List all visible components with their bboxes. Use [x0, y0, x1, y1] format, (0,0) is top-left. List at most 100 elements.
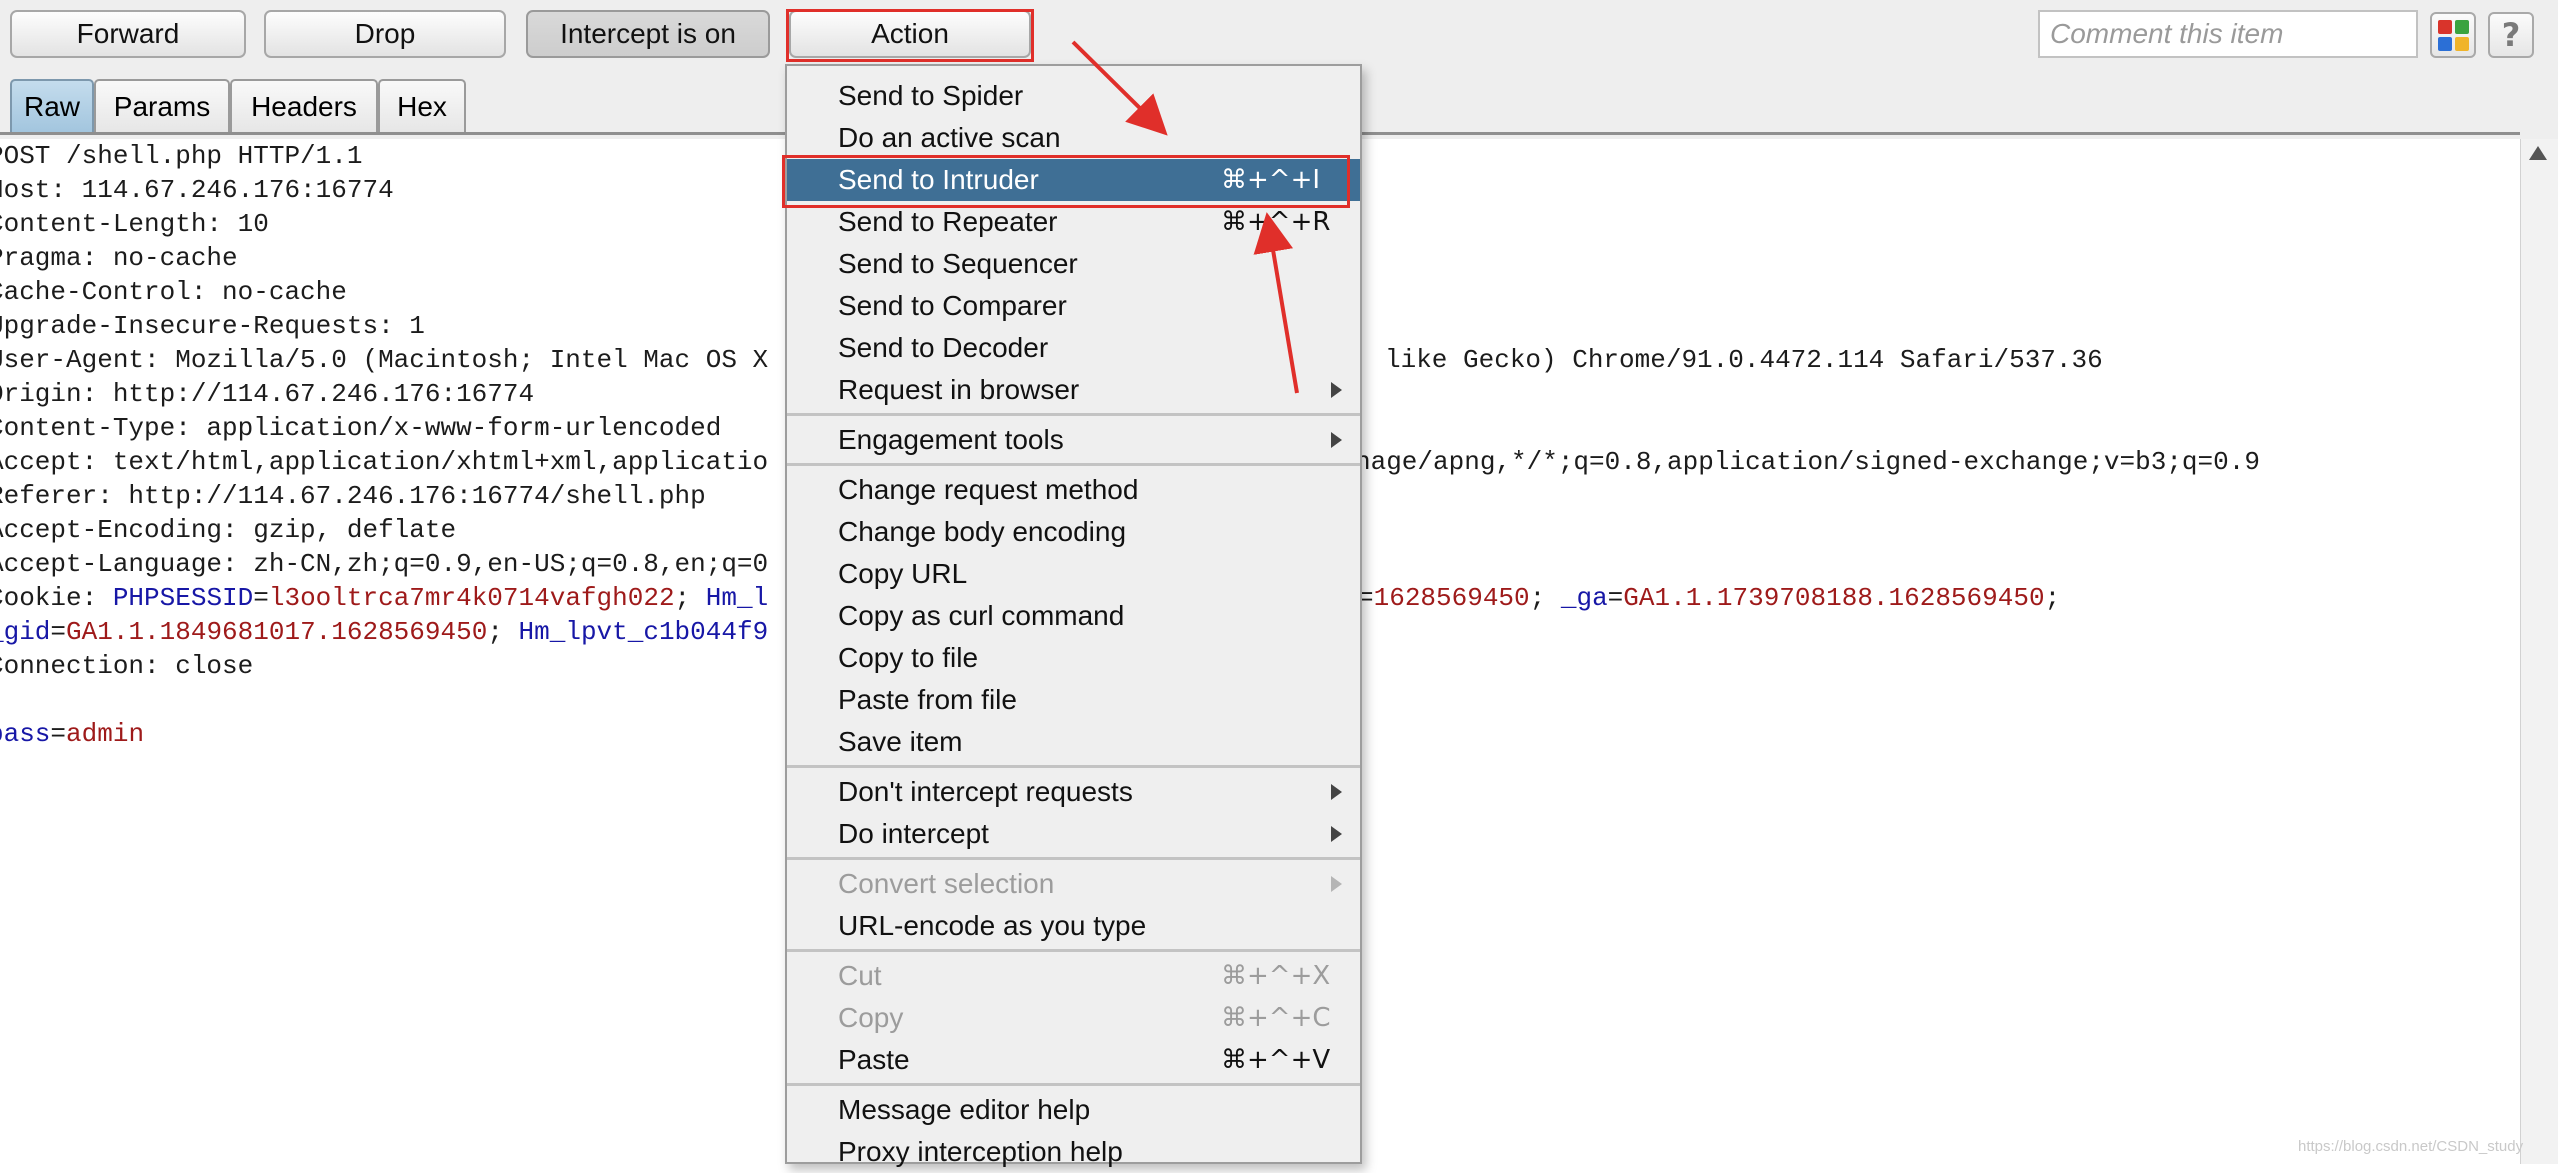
color-tile-yellow [2454, 36, 2469, 51]
menu-item-label: Engagement tools [838, 424, 1064, 455]
cookie-eq: = [253, 583, 269, 613]
menu-item-label: Save item [838, 726, 963, 757]
menu-item-label: URL-encode as you type [838, 910, 1147, 941]
header-origin: Origin: http://114.67.246.176:16774 [0, 379, 535, 409]
menu-item-dont-intercept[interactable]: Don't intercept requests [787, 771, 1360, 813]
menu-item-change-request-method[interactable]: Change request method [787, 469, 1360, 511]
cookie-sep: ; [487, 617, 519, 647]
header-cookie-tail: =1628569450; _ga=GA1.1.1739708188.162856… [1358, 581, 2060, 615]
cookie-key: _gid [0, 617, 51, 647]
color-tile-blue [2437, 36, 2452, 51]
body-key: pass [0, 719, 51, 749]
drop-button[interactable]: Drop [264, 10, 506, 58]
menu-item-label: Paste from file [838, 684, 1017, 715]
menu-item-convert-selection: Convert selection [787, 863, 1360, 905]
tab-headers[interactable]: Headers [230, 79, 378, 133]
menu-item-copy-url[interactable]: Copy URL [787, 553, 1360, 595]
action-context-menu: Send to Spider Do an active scan Send to… [785, 64, 1362, 1167]
menu-item-send-to-decoder[interactable]: Send to Decoder [787, 327, 1360, 369]
color-grid-icon [2437, 19, 2469, 51]
cookie-eq: = [50, 617, 67, 647]
menu-item-url-encode[interactable]: URL-encode as you type [787, 905, 1360, 947]
cookie-label: Cookie: [0, 583, 113, 613]
menu-item-message-editor-help[interactable]: Message editor help [787, 1089, 1360, 1131]
menu-item-label: Send to Comparer [838, 290, 1067, 321]
menu-item-paste-from-file[interactable]: Paste from file [787, 679, 1360, 721]
menu-item-send-to-repeater[interactable]: Send to Repeater ⌘+^+R [787, 201, 1360, 243]
menu-item-copy-as-curl[interactable]: Copy as curl command [787, 595, 1360, 637]
menu-item-active-scan[interactable]: Do an active scan [787, 117, 1360, 159]
menu-item-send-to-intruder[interactable]: Send to Intruder ⌘+^+I [787, 159, 1360, 201]
menu-item-label: Request in browser [838, 374, 1080, 405]
tab-params[interactable]: Params [94, 79, 230, 133]
tab-raw[interactable]: Raw [10, 79, 94, 133]
header-accept: Accept: text/html,application/xhtml+xml,… [0, 447, 769, 477]
menu-item-label: Send to Spider [838, 80, 1024, 111]
comment-input[interactable] [2038, 10, 2418, 58]
menu-item-request-in-browser[interactable]: Request in browser [787, 369, 1360, 411]
menu-item-send-to-sequencer[interactable]: Send to Sequencer [787, 243, 1360, 285]
body-value: admin [66, 719, 145, 749]
header-cookie: Cookie: PHPSESSID=l3ooltrca7mr4k0714vafg… [0, 581, 768, 615]
menu-item-send-to-comparer[interactable]: Send to Comparer [787, 285, 1360, 327]
cookie-value: GA1.1.1849681017.1628569450 [66, 617, 488, 647]
menu-item-send-to-spider[interactable]: Send to Spider [787, 75, 1360, 117]
menu-item-label: Paste [838, 1044, 910, 1075]
help-button[interactable]: ? [2488, 12, 2534, 58]
menu-separator [787, 1083, 1360, 1086]
header-host: Host: 114.67.246.176:16774 [0, 175, 394, 205]
header-content-type: Content-Type: application/x-www-form-url… [0, 413, 722, 443]
menu-item-label: Cut [838, 960, 882, 991]
menu-item-label: Copy [838, 1002, 904, 1033]
menu-item-engagement-tools[interactable]: Engagement tools [787, 419, 1360, 461]
cookie-key: Hm_lpvt_c1b044f9 [518, 617, 769, 647]
menu-item-label: Copy URL [838, 558, 968, 589]
vertical-scrollbar[interactable] [2520, 139, 2558, 1164]
menu-item-shortcut: ⌘+^+X [1221, 961, 1331, 991]
menu-item-label: Send to Intruder [838, 164, 1039, 195]
menu-item-save-item[interactable]: Save item [787, 721, 1360, 763]
cookie-value: GA1.1.1739708188.1628569450 [1623, 583, 2045, 613]
scroll-up-arrow-icon[interactable] [2529, 146, 2547, 160]
forward-button[interactable]: Forward [10, 10, 246, 58]
help-icon: ? [2501, 16, 2521, 54]
menu-item-proxy-interception-help[interactable]: Proxy interception help [787, 1131, 1360, 1173]
header-accept-language: Accept-Language: zh-CN,zh;q=0.9,en-US;q=… [0, 549, 769, 579]
menu-item-label: Change request method [838, 474, 1139, 505]
highlight-color-button[interactable] [2430, 12, 2476, 58]
request-body: pass=admin [0, 717, 144, 751]
menu-item-label: Copy to file [838, 642, 979, 673]
menu-item-shortcut: ⌘+^+R [1221, 207, 1331, 237]
submenu-arrow-icon [1331, 784, 1342, 800]
header-upgrade-insecure: Upgrade-Insecure-Requests: 1 [0, 311, 425, 341]
menu-item-shortcut: ⌘+^+C [1221, 1003, 1331, 1033]
menu-item-cut: Cut ⌘+^+X [787, 955, 1360, 997]
header-accept-tail: nage/apng,*/*;q=0.8,application/signed-e… [1355, 447, 2260, 477]
menu-item-paste[interactable]: Paste ⌘+^+V [787, 1039, 1360, 1081]
cookie-key: _ga [1560, 583, 1608, 613]
color-tile-red [2437, 19, 2452, 34]
header-referer: Referer: http://114.67.246.176:16774/she… [0, 481, 706, 511]
cookie-key: Hm_l [705, 583, 769, 613]
action-button[interactable]: Action [789, 10, 1031, 58]
menu-item-label: Copy as curl command [838, 600, 1125, 631]
watermark-text: https://blog.csdn.net/CSDN_study [2298, 1138, 2524, 1155]
body-eq: = [50, 719, 67, 749]
submenu-arrow-icon [1331, 826, 1342, 842]
color-tile-green [2454, 19, 2469, 34]
submenu-arrow-icon [1331, 432, 1342, 448]
menu-item-label: Do an active scan [838, 122, 1061, 153]
tab-hex[interactable]: Hex [378, 79, 466, 133]
menu-item-label: Do intercept [838, 818, 989, 849]
menu-item-copy-to-file[interactable]: Copy to file [787, 637, 1360, 679]
menu-separator [787, 857, 1360, 860]
menu-item-change-body-encoding[interactable]: Change body encoding [787, 511, 1360, 553]
menu-separator [787, 765, 1360, 768]
menu-item-do-intercept[interactable]: Do intercept [787, 813, 1360, 855]
cookie-sep: ; [674, 583, 706, 613]
header-user-agent-tail: like Gecko) Chrome/91.0.4472.114 Safari/… [1385, 345, 2103, 375]
menu-item-shortcut: ⌘+^+I [1221, 165, 1321, 195]
header-cache-control: Cache-Control: no-cache [0, 277, 347, 307]
intercept-toggle-button[interactable]: Intercept is on [526, 10, 770, 58]
menu-item-label: Convert selection [838, 868, 1055, 899]
